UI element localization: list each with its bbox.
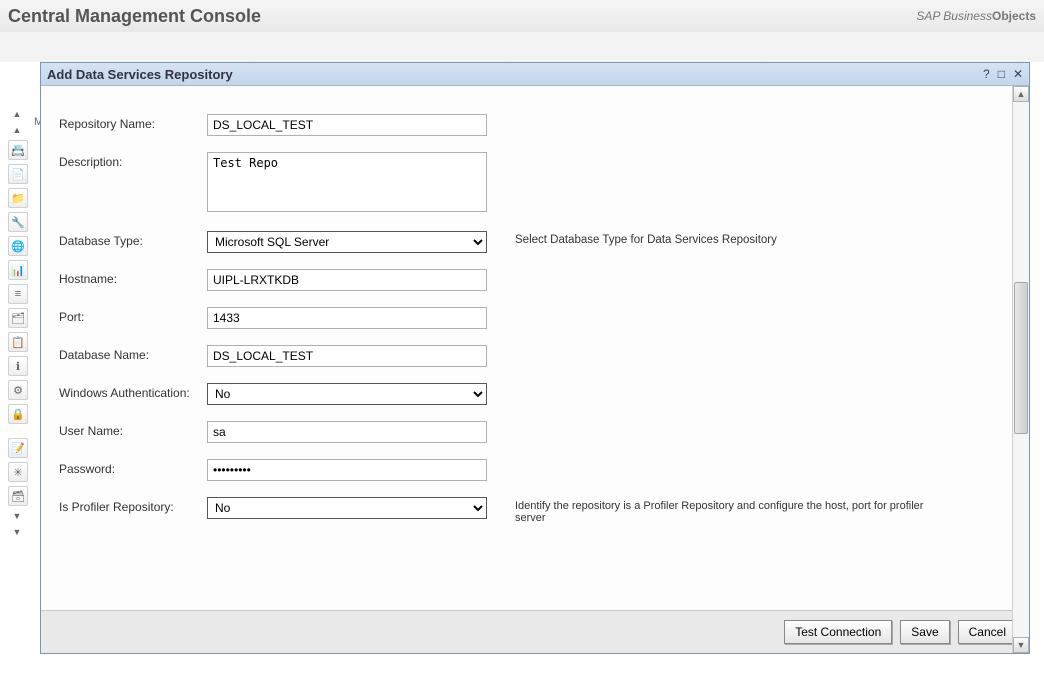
maximize-icon[interactable]: □ [998, 67, 1005, 81]
toolbar-icon-5[interactable]: 🌐 [8, 236, 28, 256]
toolbar-icon-6[interactable]: 📊 [8, 260, 28, 280]
dialog-scrollbar[interactable]: ▲ ▼ [1012, 86, 1029, 653]
is-profiler-hint: Identify the repository is a Profiler Re… [515, 497, 955, 524]
add-repository-dialog: Add Data Services Repository ? □ ✕ Repos… [40, 62, 1030, 654]
page-background-strip [0, 32, 1044, 62]
cancel-button[interactable]: Cancel [958, 620, 1017, 644]
win-auth-label: Windows Authentication: [59, 383, 207, 400]
is-profiler-label: Is Profiler Repository: [59, 497, 207, 514]
port-input[interactable] [207, 307, 487, 329]
toolbar-icon-8[interactable]: 🗂 [8, 308, 28, 328]
toolbar-icon-15[interactable]: 🗃 [8, 486, 28, 506]
close-icon[interactable]: ✕ [1013, 67, 1023, 81]
password-input[interactable] [207, 459, 487, 481]
dialog-titlebar[interactable]: Add Data Services Repository ? □ ✕ [41, 63, 1029, 86]
repo-name-input[interactable] [207, 114, 487, 136]
password-label: Password: [59, 459, 207, 476]
scrollbar-up-icon[interactable]: ▲ [1013, 86, 1029, 102]
toolbar-icon-10[interactable]: ℹ [8, 356, 28, 376]
db-type-select[interactable]: Microsoft SQL Server [207, 231, 487, 253]
toolbar-icon-12[interactable]: 🔒 [8, 404, 28, 424]
hostname-label: Hostname: [59, 269, 207, 286]
scrollbar-down-icon[interactable]: ▼ [1013, 637, 1029, 653]
form-area: Repository Name: Description: Test Repo … [41, 86, 1029, 610]
toolbar-icon-13[interactable]: 📝 [8, 438, 28, 458]
left-toolbar: ▲ ▲ 📇 📄 📁 🔧 🌐 📊 ≡ 🗂 📋 ℹ ⚙ 🔒 📝 ✳ 🗃 ▼ ▼ [8, 108, 28, 538]
dialog-title-text: Add Data Services Repository [47, 67, 233, 82]
description-label: Description: [59, 152, 207, 169]
user-name-input[interactable] [207, 421, 487, 443]
db-type-label: Database Type: [59, 231, 207, 248]
toolbar-icon-4[interactable]: 🔧 [8, 212, 28, 232]
port-label: Port: [59, 307, 207, 324]
scroll-top-icon[interactable]: ▲ [8, 108, 26, 120]
scroll-down-icon[interactable]: ▼ [8, 510, 26, 522]
app-header: Central Management Console SAP BusinessO… [0, 0, 1044, 32]
db-name-input[interactable] [207, 345, 487, 367]
scroll-up-icon[interactable]: ▲ [8, 124, 26, 136]
dialog-button-bar: Test Connection Save Cancel [41, 610, 1029, 653]
hostname-input[interactable] [207, 269, 487, 291]
user-name-label: User Name: [59, 421, 207, 438]
db-type-hint: Select Database Type for Data Services R… [515, 231, 777, 246]
toolbar-icon-7[interactable]: ≡ [8, 284, 28, 304]
test-connection-button[interactable]: Test Connection [784, 620, 892, 644]
sap-branding: SAP BusinessObjects [916, 9, 1036, 23]
toolbar-icon-1[interactable]: 📇 [8, 140, 28, 160]
scrollbar-thumb[interactable] [1014, 282, 1028, 434]
is-profiler-select[interactable]: No [207, 497, 487, 519]
scrollbar-track[interactable] [1013, 102, 1029, 637]
dialog-body: Repository Name: Description: Test Repo … [41, 86, 1029, 653]
win-auth-select[interactable]: No [207, 383, 487, 405]
db-name-label: Database Name: [59, 345, 207, 362]
dialog-window-controls: ? □ ✕ [983, 67, 1023, 81]
repo-name-label: Repository Name: [59, 114, 207, 131]
toolbar-icon-9[interactable]: 📋 [8, 332, 28, 352]
toolbar-icon-11[interactable]: ⚙ [8, 380, 28, 400]
description-textarea[interactable]: Test Repo [207, 152, 487, 212]
toolbar-icon-2[interactable]: 📄 [8, 164, 28, 184]
toolbar-icon-14[interactable]: ✳ [8, 462, 28, 482]
toolbar-icon-3[interactable]: 📁 [8, 188, 28, 208]
app-title: Central Management Console [8, 6, 261, 27]
save-button[interactable]: Save [900, 620, 949, 644]
help-icon[interactable]: ? [983, 67, 990, 81]
scroll-bottom-icon[interactable]: ▼ [8, 526, 26, 538]
